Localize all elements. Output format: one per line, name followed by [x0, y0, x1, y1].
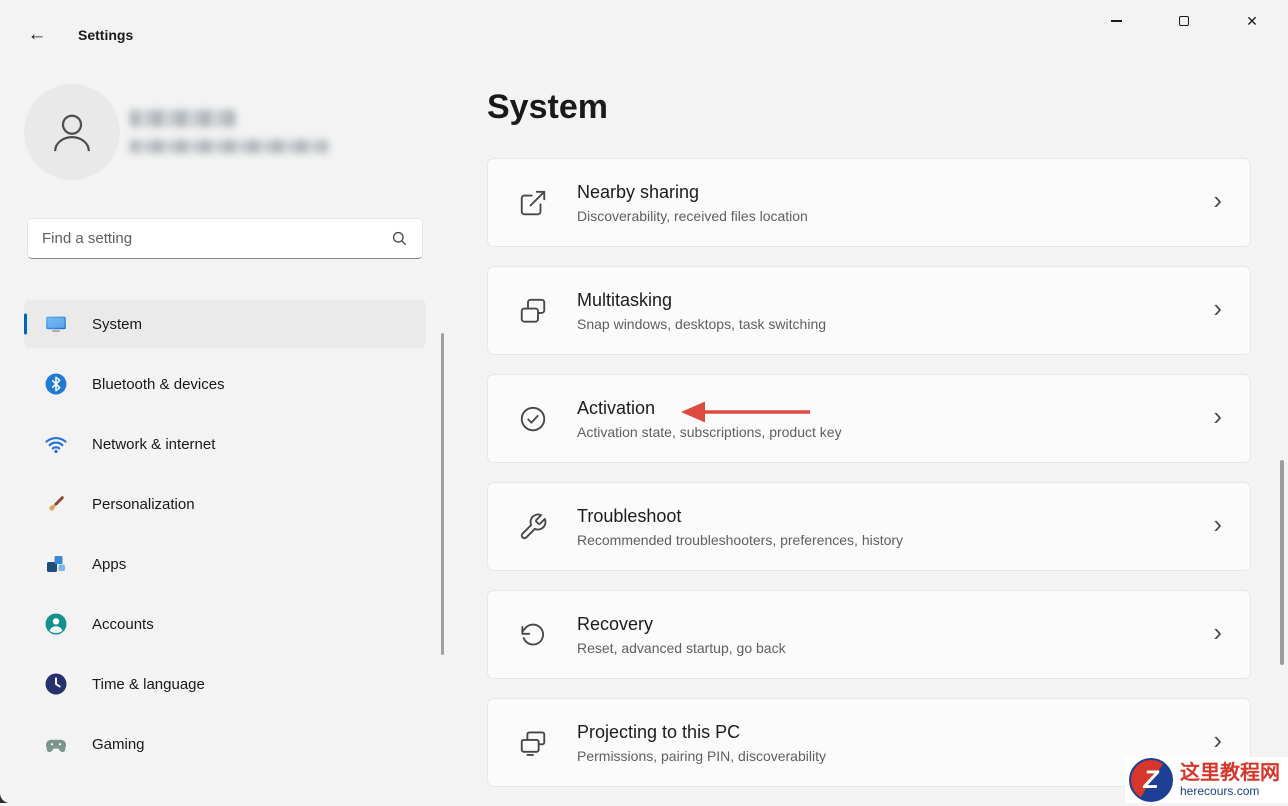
card-subtitle: Reset, advanced startup, go back [577, 640, 786, 656]
app-title: Settings [78, 27, 133, 43]
card-title: Projecting to this PC [577, 722, 826, 743]
brush-icon [44, 492, 68, 516]
search-input[interactable] [28, 219, 391, 258]
sidebar-item-label: Apps [92, 556, 126, 573]
sidebar-item-accounts[interactable]: Accounts [24, 600, 426, 648]
card-troubleshoot[interactable]: Troubleshoot Recommended troubleshooters… [487, 482, 1251, 571]
chevron-right-icon: › [1213, 617, 1222, 648]
sidebar-item-apps[interactable]: Apps [24, 540, 426, 588]
close-button[interactable]: ✕ [1229, 0, 1275, 42]
card-title: Multitasking [577, 290, 826, 311]
bluetooth-icon [44, 372, 68, 396]
sidebar-item-label: System [92, 316, 142, 333]
page-title: System [487, 88, 608, 127]
watermark-site-name: 这里教程网 [1180, 762, 1280, 785]
user-name-redacted [130, 110, 236, 127]
settings-cards: Nearby sharing Discoverability, received… [487, 158, 1251, 806]
watermark-logo-icon: Z [1129, 758, 1173, 802]
troubleshoot-wrench-icon [518, 512, 548, 542]
apps-icon [44, 552, 68, 576]
person-icon [45, 105, 99, 159]
sidebar-scrollbar[interactable] [441, 333, 444, 655]
minimize-button[interactable] [1093, 0, 1139, 42]
sidebar-item-label: Gaming [92, 736, 145, 753]
activation-icon [518, 404, 548, 434]
card-subtitle: Activation state, subscriptions, product… [577, 424, 842, 440]
card-title: Nearby sharing [577, 182, 808, 203]
game-controller-icon [44, 732, 68, 756]
close-icon: ✕ [1246, 13, 1258, 30]
card-nearby-sharing[interactable]: Nearby sharing Discoverability, received… [487, 158, 1251, 247]
chevron-right-icon: › [1213, 293, 1222, 324]
recovery-icon [518, 620, 548, 650]
card-title: Recovery [577, 614, 786, 635]
clock-icon [44, 672, 68, 696]
window-corner [0, 789, 16, 803]
card-title: Activation [577, 398, 842, 419]
sidebar-item-label: Network & internet [92, 436, 215, 453]
chevron-right-icon: › [1213, 185, 1222, 216]
avatar [24, 84, 120, 180]
system-icon [44, 312, 68, 336]
window-controls: ✕ [1071, 0, 1275, 42]
watermark: Z 这里教程网 herecours.com [1125, 757, 1288, 803]
minimize-icon [1111, 20, 1122, 21]
card-subtitle: Permissions, pairing PIN, discoverabilit… [577, 748, 826, 764]
maximize-icon [1179, 16, 1189, 26]
sidebar-item-label: Accounts [92, 616, 154, 633]
chevron-right-icon: › [1213, 509, 1222, 540]
card-subtitle: Discoverability, received files location [577, 208, 808, 224]
sidebar-item-bluetooth-devices[interactable]: Bluetooth & devices [24, 360, 426, 408]
projecting-icon [518, 728, 548, 758]
sidebar-item-label: Time & language [92, 676, 205, 693]
sidebar-item-gaming[interactable]: Gaming [24, 720, 426, 768]
back-button[interactable]: ← [20, 20, 54, 50]
search-box [27, 218, 423, 259]
settings-nav: System Bluetooth & devices Network & int… [24, 300, 426, 780]
accounts-icon [44, 612, 68, 636]
maximize-button[interactable] [1161, 0, 1207, 42]
user-account-area [24, 84, 120, 180]
user-email-redacted [130, 140, 328, 153]
sidebar-item-label: Bluetooth & devices [92, 376, 225, 393]
nearby-sharing-icon [518, 188, 548, 218]
card-subtitle: Snap windows, desktops, task switching [577, 316, 826, 332]
watermark-site-url: herecours.com [1180, 785, 1280, 799]
card-multitasking[interactable]: Multitasking Snap windows, desktops, tas… [487, 266, 1251, 355]
chevron-right-icon: › [1213, 725, 1222, 756]
sidebar-item-system[interactable]: System [24, 300, 426, 348]
card-activation[interactable]: Activation Activation state, subscriptio… [487, 374, 1251, 463]
card-title: Troubleshoot [577, 506, 903, 527]
search-icon [391, 230, 408, 247]
titlebar: ← Settings ✕ [0, 0, 1288, 50]
main-scrollbar[interactable] [1280, 460, 1284, 665]
sidebar-item-label: Personalization [92, 496, 195, 513]
card-recovery[interactable]: Recovery Reset, advanced startup, go bac… [487, 590, 1251, 679]
card-subtitle: Recommended troubleshooters, preferences… [577, 532, 903, 548]
chevron-right-icon: › [1213, 401, 1222, 432]
wifi-icon [44, 432, 68, 456]
sidebar-item-time-language[interactable]: Time & language [24, 660, 426, 708]
multitasking-icon [518, 296, 548, 326]
sidebar-item-personalization[interactable]: Personalization [24, 480, 426, 528]
sidebar-item-network-internet[interactable]: Network & internet [24, 420, 426, 468]
